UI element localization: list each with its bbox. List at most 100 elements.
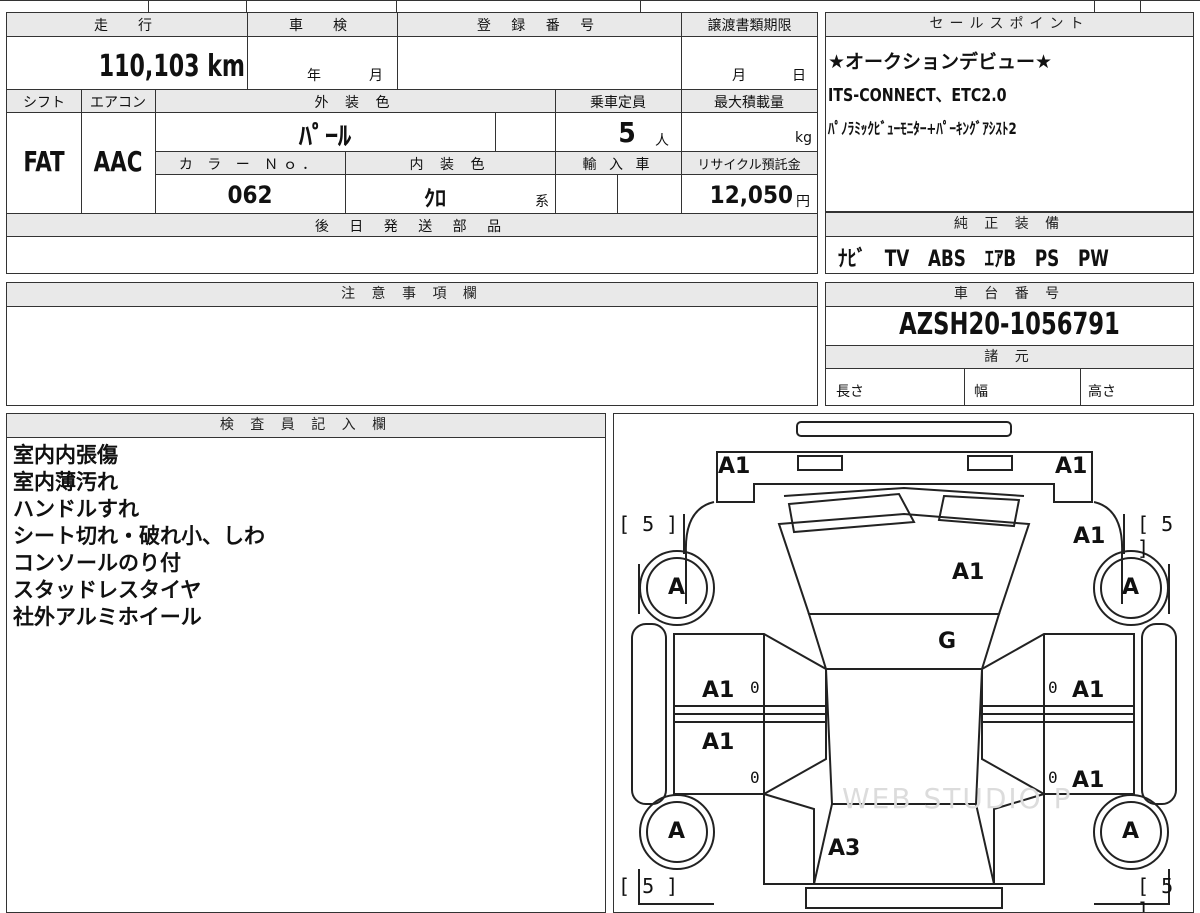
vehicle-info-table: 走 行 車 検 登 録 番 号 譲渡書類期限 110,103 km 年 月 月 … bbox=[6, 12, 818, 274]
mark-door-num-rr: 0 bbox=[1048, 768, 1058, 787]
sales-point-line-2: ITS-CONNECT、ETC2.0 bbox=[828, 85, 1007, 106]
notes-panel: 注 意 事 項 欄 bbox=[6, 282, 818, 406]
mark-tire-rl-depth: [ 5 ] bbox=[618, 874, 679, 898]
interior-color-label: 内 装 色 bbox=[409, 157, 491, 173]
grid-line bbox=[396, 0, 397, 12]
capacity-label: 乗車定員 bbox=[590, 95, 646, 111]
recycle-unit: 円 bbox=[796, 194, 810, 210]
mark-roof-rear: A3 bbox=[828, 836, 861, 861]
shift-label: シフト bbox=[23, 95, 65, 111]
aircon-label: エアコン bbox=[90, 95, 146, 111]
interior-color-value: ｸﾛ bbox=[423, 187, 446, 212]
grid-line bbox=[964, 369, 965, 405]
inspector-line: シート切れ・破れ小、しわ bbox=[13, 524, 265, 548]
color-no-label: カ ラ ー Ｎｏ． bbox=[178, 157, 322, 173]
genuine-equipment-panel: 純 正 装 備 ﾅﾋﾞ TV ABS ｴｱB PS PW bbox=[825, 212, 1194, 274]
mark-door-num-lr: 0 bbox=[750, 768, 760, 787]
inspector-line: 室内薄汚れ bbox=[13, 470, 118, 494]
inspector-line: コンソールのり付 bbox=[13, 551, 181, 575]
transfer-deadline-label: 譲渡書類期限 bbox=[707, 18, 792, 34]
mileage-label: 走 行 bbox=[94, 18, 160, 34]
inspector-line: 室内内張傷 bbox=[13, 443, 118, 467]
mark-hood: A1 bbox=[952, 560, 985, 585]
grid-line bbox=[148, 0, 149, 12]
chassis-header: 車 台 番 号 bbox=[826, 283, 1193, 307]
max-load-unit: kg bbox=[795, 130, 812, 146]
inspector-panel: 検 査 員 記 入 欄 室内内張傷 室内薄汚れ ハンドルすれ シート切れ・破れ小… bbox=[6, 413, 606, 913]
color-no-value: 062 bbox=[227, 181, 273, 209]
specs-header: 諸 元 bbox=[826, 345, 1193, 369]
grid-line bbox=[1140, 0, 1141, 12]
grid-line bbox=[246, 0, 247, 12]
recycle-value: 12,050 bbox=[709, 181, 793, 209]
grid-line bbox=[81, 89, 82, 213]
mark-tire-rr-depth: [ 5 ] bbox=[1137, 874, 1174, 913]
notes-header: 注 意 事 項 欄 bbox=[7, 283, 817, 307]
length-label: 長さ bbox=[836, 384, 864, 400]
mark-windshield: G bbox=[938, 629, 957, 654]
grid-line bbox=[1094, 0, 1095, 12]
width-label: 幅 bbox=[974, 384, 988, 400]
genuine-equipment-header: 純 正 装 備 bbox=[826, 213, 1193, 237]
inspector-line: ハンドルすれ bbox=[13, 497, 139, 521]
exterior-color-label: 外 装 色 bbox=[314, 95, 396, 111]
inspection-label: 車 検 bbox=[289, 18, 355, 34]
registration-label: 登 録 番 号 bbox=[476, 18, 603, 34]
mark-left-front-door: A1 bbox=[702, 678, 735, 703]
mark-wheel-fl: A bbox=[668, 575, 686, 600]
mark-wheel-rr: A bbox=[1122, 819, 1140, 844]
mark-tire-fl-depth: [ 5 ] bbox=[618, 512, 679, 536]
max-load-label: 最大積載量 bbox=[714, 95, 784, 111]
capacity-unit: 人 bbox=[655, 133, 669, 149]
height-label: 高さ bbox=[1088, 384, 1116, 400]
watermark: WEB STUDIO P bbox=[842, 782, 1073, 815]
grid-line bbox=[345, 151, 346, 213]
mark-front-right-corner: A1 bbox=[1055, 454, 1088, 479]
inspection-month-unit: 月 bbox=[369, 68, 383, 84]
transfer-day-unit: 日 bbox=[792, 68, 806, 84]
car-diagram-panel: WEB STUDIO P A1 A1 [ 5 ] [ 5 ] A1 A1 G A… bbox=[613, 413, 1194, 913]
mark-right-fender: A1 bbox=[1073, 524, 1106, 549]
recycle-label: リサイクル預託金 bbox=[697, 158, 801, 173]
mileage-value: 110,103 km bbox=[98, 49, 245, 84]
inspector-line: 社外アルミホイール bbox=[13, 605, 202, 629]
mark-door-num-rf: 0 bbox=[1048, 678, 1058, 697]
sales-points-panel: セールスポイント ★オークションデビュー★ ITS-CONNECT、ETC2.0… bbox=[825, 12, 1194, 212]
sales-points-header: セールスポイント bbox=[826, 13, 1193, 37]
grid-line bbox=[397, 13, 398, 89]
mark-wheel-rl: A bbox=[668, 819, 686, 844]
grid-line bbox=[1080, 369, 1081, 405]
chassis-number: AZSH20-1056791 bbox=[899, 307, 1120, 342]
capacity-value: 5 bbox=[618, 116, 636, 149]
grid-line bbox=[155, 89, 156, 213]
sales-point-line-1: ★オークションデビュー★ bbox=[828, 51, 1053, 73]
car-outline-drawing bbox=[631, 421, 1177, 909]
mark-front-left-corner: A1 bbox=[718, 454, 751, 479]
shift-value: FAT bbox=[23, 145, 65, 178]
mark-tire-fr-depth: [ 5 ] bbox=[1137, 512, 1174, 560]
grid-line bbox=[617, 175, 618, 213]
mark-left-rear-door: A1 bbox=[702, 730, 735, 755]
inspection-year-unit: 年 bbox=[307, 68, 321, 84]
chassis-panel: 車 台 番 号 AZSH20-1056791 諸 元 長さ 幅 高さ bbox=[825, 282, 1194, 406]
interior-color-suffix: 系 bbox=[535, 194, 549, 210]
mark-right-rear-door: A1 bbox=[1072, 768, 1105, 793]
grid-line bbox=[247, 13, 248, 89]
grid-line bbox=[555, 89, 556, 213]
grid-line bbox=[681, 13, 682, 213]
genuine-equipment-value: ﾅﾋﾞ TV ABS ｴｱB PS PW bbox=[838, 247, 1109, 272]
transfer-month-unit: 月 bbox=[732, 68, 746, 84]
inspector-notes: 室内内張傷 室内薄汚れ ハンドルすれ シート切れ・破れ小、しわ コンソールのり付… bbox=[13, 442, 265, 631]
mark-door-num-lf: 0 bbox=[750, 678, 760, 697]
inspector-line: スタッドレスタイヤ bbox=[13, 578, 202, 602]
grid-line bbox=[640, 0, 641, 12]
aircon-value: AAC bbox=[93, 145, 143, 178]
import-label: 輸 入 車 bbox=[582, 157, 654, 173]
mark-right-front-door: A1 bbox=[1072, 678, 1105, 703]
later-parts-label: 後 日 発 送 部 品 bbox=[314, 219, 510, 235]
exterior-color-value: ﾊﾟｰﾙ bbox=[298, 122, 351, 152]
inspector-header: 検 査 員 記 入 欄 bbox=[7, 414, 605, 438]
top-edge-line bbox=[0, 0, 1200, 1]
sales-point-line-3: ﾊﾟﾉﾗﾐｯｸﾋﾞｭｰﾓﾆﾀｰ+ﾊﾟｰｷﾝｸﾞｱｼｽﾄ2 bbox=[828, 119, 1017, 138]
grid-line bbox=[495, 113, 496, 151]
